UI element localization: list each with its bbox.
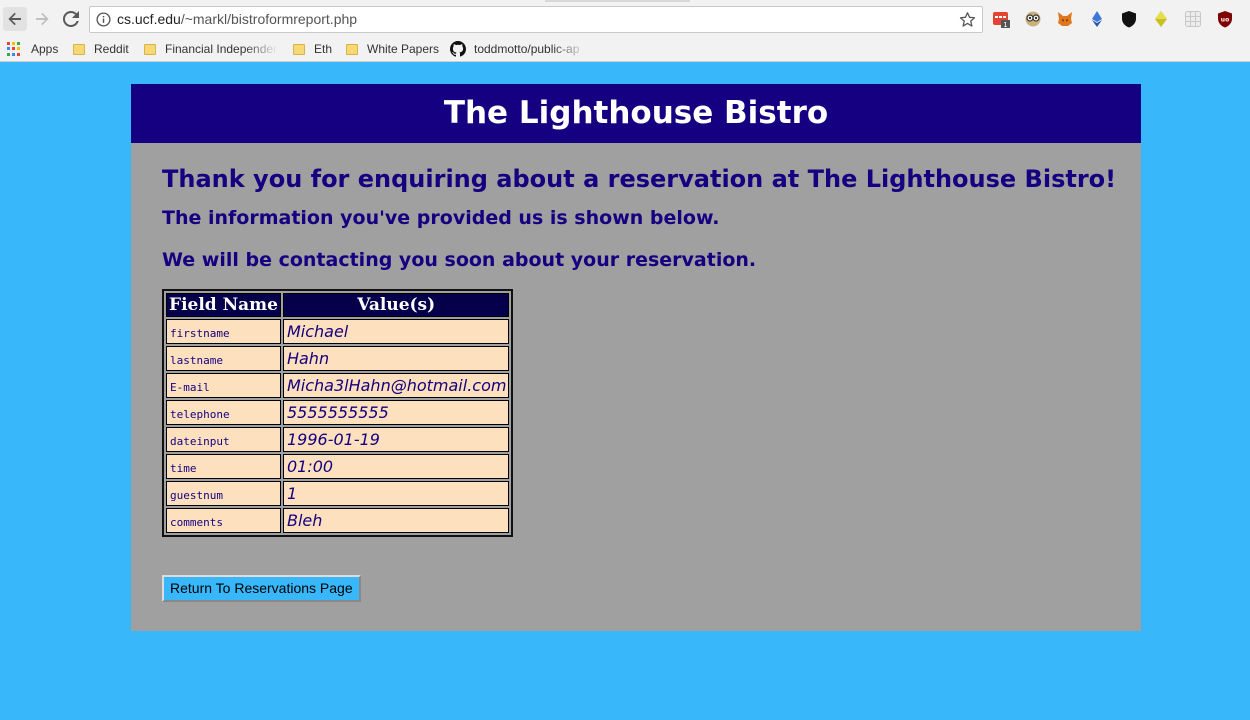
bookmark-eth[interactable]: Eth [293, 40, 332, 58]
folder-icon [293, 43, 305, 55]
table-row: telephone 5555555555 [166, 400, 510, 425]
field-value-cell: Micha3lHahn@hotmail.com [282, 373, 510, 398]
field-value-cell: Hahn [282, 346, 510, 371]
table-row: E-mail Micha3lHahn@hotmail.com [166, 373, 510, 398]
metamask-fox-icon[interactable] [1056, 10, 1074, 28]
bookmark-label: White Papers [367, 42, 440, 56]
bookmark-white-papers[interactable]: White Papers [346, 40, 439, 58]
return-to-reservations-button[interactable]: Return To Reservations Page [162, 575, 361, 602]
folder-icon [73, 43, 85, 55]
report-content: Thank you for enquiring about a reservat… [131, 143, 1141, 602]
table-row: time 01:00 [166, 454, 510, 479]
field-name-cell: lastname [166, 346, 281, 371]
field-value-cell: Bleh [282, 508, 510, 533]
address-bar[interactable]: cs.ucf.edu/~markl/bistroformreport.php [89, 6, 983, 33]
thank-you-heading: Thank you for enquiring about a reservat… [162, 165, 1117, 193]
table-row: guestnum 1 [166, 481, 510, 506]
url-text[interactable]: cs.ucf.edu/~markl/bistroformreport.php [117, 11, 357, 27]
bookmark-reddit[interactable]: Reddit [73, 40, 129, 58]
bookmark-label: Eth [314, 42, 333, 56]
ublock-icon[interactable]: uo [1216, 10, 1234, 28]
field-name-header: Field Name [166, 293, 281, 317]
report-panel: The Lighthouse Bistro Thank you for enqu… [131, 84, 1141, 631]
browser-toolbar: cs.ucf.edu/~markl/bistroformreport.php 1… [0, 0, 1250, 38]
site-banner: The Lighthouse Bistro [131, 84, 1141, 143]
browser-chrome: cs.ucf.edu/~markl/bistroformreport.php 1… [0, 0, 1250, 62]
bookmarks-bar: Apps Reddit Financial Independen Eth Whi… [0, 38, 1250, 60]
back-button[interactable] [3, 7, 27, 31]
field-name-cell: time [166, 454, 281, 479]
forward-arrow-icon [36, 12, 49, 26]
bookmark-apps[interactable]: Apps [7, 40, 58, 58]
table-row: dateinput 1996-01-19 [166, 427, 510, 452]
table-header-row: Field Name Value(s) [166, 293, 510, 317]
reload-icon [63, 11, 79, 27]
contact-subheading: We will be contacting you soon about you… [162, 249, 757, 271]
apps-icon [7, 42, 21, 56]
bookmark-label: Financial Independen [165, 42, 278, 56]
forward-button[interactable] [30, 7, 54, 31]
diamond-icon[interactable] [1152, 10, 1170, 28]
back-arrow-icon [8, 12, 21, 26]
field-value-cell: 1 [282, 481, 510, 506]
url-path: /~markl/bistroformreport.php [180, 11, 358, 27]
info-subheading: The information you've provided us is sh… [162, 207, 720, 229]
field-name-cell: telephone [166, 400, 281, 425]
field-value-cell: 01:00 [282, 454, 510, 479]
github-icon [450, 41, 466, 57]
owl-glasses-icon[interactable] [1024, 10, 1042, 28]
table-row: lastname Hahn [166, 346, 510, 371]
field-name-cell: firstname [166, 319, 281, 344]
bookmark-label: Reddit [94, 42, 129, 56]
todoist-badge: 1 [1003, 21, 1007, 28]
url-host: cs.ucf.edu [117, 11, 181, 27]
field-name-cell: E-mail [166, 373, 281, 398]
bookmark-label: Apps [31, 42, 59, 56]
field-value-cell: 1996-01-19 [282, 427, 510, 452]
folder-icon [144, 43, 156, 55]
grid-icon[interactable] [1184, 10, 1202, 28]
shield-icon[interactable] [1120, 10, 1138, 28]
bookmark-financial-independence[interactable]: Financial Independen [144, 40, 278, 58]
field-value-cell: 5555555555 [282, 400, 510, 425]
values-header: Value(s) [282, 293, 510, 317]
field-name-cell: comments [166, 508, 281, 533]
ethereum-icon[interactable] [1088, 10, 1106, 28]
field-name-cell: dateinput [166, 427, 281, 452]
bookmark-label: toddmotto/public-ap [474, 42, 580, 56]
field-name-cell: guestnum [166, 481, 281, 506]
folder-icon [346, 43, 358, 55]
bookmark-star-icon[interactable] [959, 11, 976, 28]
table-row: firstname Michael [166, 319, 510, 344]
reload-button[interactable] [59, 7, 83, 31]
site-info-icon[interactable] [96, 12, 111, 27]
todoist-icon[interactable]: 1 [992, 10, 1010, 29]
reservation-table: Field Name Value(s) firstname Michael la… [162, 289, 514, 537]
bookmark-github-public-apis[interactable]: toddmotto/public-ap [450, 40, 587, 58]
svg-text:uo: uo [1221, 17, 1229, 24]
field-value-cell: Michael [282, 319, 510, 344]
table-row: comments Bleh [166, 508, 510, 533]
